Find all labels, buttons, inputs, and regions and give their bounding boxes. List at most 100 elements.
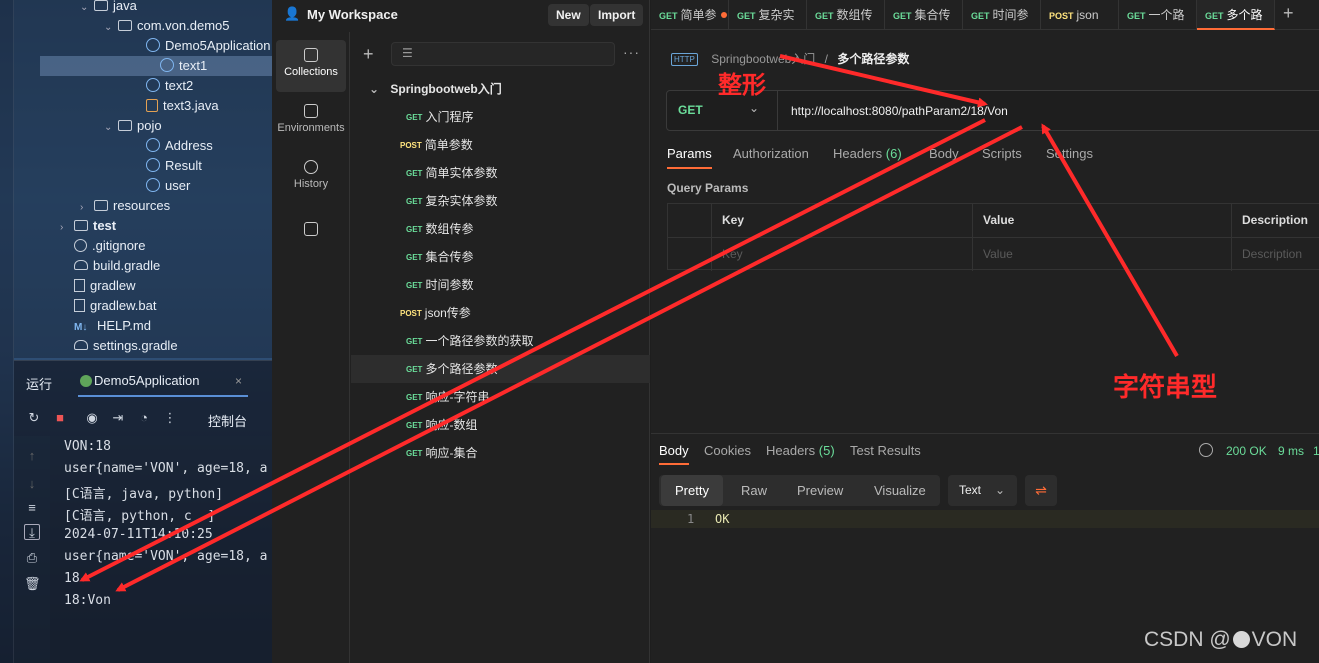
tree-item[interactable]: gradlew.bat [74, 296, 157, 316]
collection-item[interactable]: GET 数组传参 [351, 215, 650, 243]
collection-item[interactable]: GET 时间参数 [351, 271, 650, 299]
print-icon[interactable]: ⎙ [24, 550, 40, 566]
tree-item[interactable]: user [146, 176, 190, 196]
status-badge[interactable]: 200 OK [1226, 444, 1267, 458]
import-button[interactable]: Import [590, 4, 644, 26]
up-icon[interactable]: ↑ [24, 448, 40, 464]
rail-configure[interactable] [276, 216, 346, 246]
tab-scripts[interactable]: Scripts [982, 146, 1022, 161]
request-tab[interactable]: GET 多个路 [1197, 0, 1275, 30]
tree-item[interactable]: M↓ HELP.md [74, 316, 151, 336]
request-tab[interactable]: POST json [1041, 0, 1119, 30]
resp-tab-headers[interactable]: Headers (5) [766, 443, 835, 458]
globe-icon[interactable] [1199, 443, 1213, 457]
breadcrumb-current[interactable]: 多个路径参数 [837, 52, 909, 66]
tab-headers[interactable]: Headers (6) [833, 146, 902, 161]
soft-wrap-icon[interactable]: ≡ [24, 500, 40, 516]
new-tab-icon[interactable]: + [1283, 3, 1294, 24]
run-label[interactable]: 运行 [26, 374, 52, 393]
tree-item[interactable]: ⌄ pojo [104, 116, 162, 136]
collection-item[interactable]: GET 简单实体参数 [351, 159, 650, 187]
tree-item[interactable]: build.gradle [74, 256, 160, 276]
collection-item[interactable]: GET 集合传参 [351, 243, 650, 271]
tree-item[interactable]: Address [146, 136, 213, 156]
resp-tab-cookies[interactable]: Cookies [704, 443, 751, 458]
console-output[interactable]: VON:18 user{name='VON', age=18, a [C语言, ja… [50, 436, 272, 663]
tree-item[interactable]: text1 [40, 56, 272, 76]
chevron-icon[interactable]: ⌄ [80, 0, 90, 18]
tree-item[interactable]: text3.java [146, 96, 219, 116]
view-raw[interactable]: Raw [727, 475, 781, 506]
tab-body[interactable]: Body [929, 146, 959, 161]
value-input[interactable]: Value [973, 238, 1232, 271]
exit-icon[interactable]: ⇥ [110, 410, 126, 426]
resp-tab-tests[interactable]: Test Results [850, 443, 921, 458]
collection-item[interactable]: GET 响应-数组 [351, 411, 650, 439]
format-select[interactable]: Text ⌄ [948, 475, 1017, 506]
chevron-down-icon[interactable]: ⌄ [104, 118, 114, 138]
workspace-title[interactable]: My Workspace [307, 7, 398, 22]
collection-item[interactable]: GET 复杂实体参数 [351, 187, 650, 215]
chevron-down-icon[interactable]: ⌄ [104, 18, 114, 38]
down-icon[interactable]: ↓ [24, 476, 40, 492]
rail-collections[interactable]: Collections [276, 40, 346, 92]
collection-item[interactable]: POST 简单参数 [351, 131, 650, 159]
response-body-line[interactable]: 1 OK [651, 510, 1319, 528]
tree-item[interactable]: › resources [80, 196, 170, 216]
request-tab[interactable]: GET 数组传 [807, 0, 885, 30]
rail-environments[interactable]: Environments [276, 96, 346, 148]
request-tab[interactable]: GET 集合传 [885, 0, 963, 30]
response-size[interactable]: 1 [1313, 444, 1319, 458]
chevron-icon[interactable]: › [80, 198, 90, 218]
view-visualize[interactable]: Visualize [860, 475, 940, 506]
tree-item[interactable]: gradlew [74, 276, 136, 296]
collection-item[interactable]: POST json传参 [351, 299, 650, 327]
request-tab[interactable]: GET 时间参 [963, 0, 1041, 30]
tree-item[interactable]: settings.gradle [74, 336, 178, 356]
run-tab-demo5[interactable]: Demo5Application × [78, 367, 248, 397]
tree-item[interactable]: .gitignore [74, 236, 145, 256]
tree-item[interactable]: ⌄ com.von.demo5 [104, 16, 230, 36]
collection-item[interactable]: GET 响应-集合 [351, 439, 650, 467]
tab-authorization[interactable]: Authorization [733, 146, 809, 161]
more-icon[interactable]: ··· [623, 44, 640, 60]
tree-item[interactable]: ⌄ java [80, 0, 137, 16]
view-preview[interactable]: Preview [783, 475, 857, 506]
request-tab[interactable]: GET 简单参 [651, 0, 729, 30]
more-icon[interactable]: ⋮ [162, 410, 178, 426]
view-pretty[interactable]: Pretty [661, 475, 723, 506]
collection-item[interactable]: GET 一个路径参数的获取 [351, 327, 650, 355]
response-time[interactable]: 9 ms [1278, 444, 1304, 458]
collection-item[interactable]: GET 入门程序 [351, 103, 650, 131]
tab-settings[interactable]: Settings [1046, 146, 1093, 161]
rail-history[interactable]: History [276, 152, 346, 204]
collection-root[interactable]: ⌄ Springbootweb入门 [351, 75, 650, 103]
tree-item[interactable]: Demo5Application [146, 36, 271, 56]
request-tab[interactable]: GET 复杂实 [729, 0, 807, 30]
collection-item[interactable]: GET 响应-字符串 [351, 383, 650, 411]
filter-input[interactable]: ☰ [391, 42, 615, 66]
new-button[interactable]: New [548, 4, 589, 26]
resp-tab-body[interactable]: Body [659, 443, 689, 465]
collection-item[interactable]: GET 多个路径参数 [351, 355, 650, 383]
breadcrumb-parent[interactable]: Springbootweb入门 [711, 52, 815, 66]
request-tab[interactable]: GET 一个路 [1119, 0, 1197, 30]
key-input[interactable]: Key [712, 238, 973, 271]
qp-check[interactable] [668, 238, 712, 271]
wrap-lines-icon[interactable]: ⇌ [1025, 475, 1057, 506]
stop-icon[interactable]: ■ [52, 410, 68, 426]
description-input[interactable]: Description [1232, 238, 1319, 271]
chevron-icon[interactable]: › [60, 218, 70, 238]
rerun-icon[interactable]: ↻ [26, 410, 42, 426]
tree-item[interactable]: › test [60, 216, 116, 236]
tab-params[interactable]: Params [667, 146, 712, 169]
tree-item[interactable]: text2 [146, 76, 193, 96]
add-icon[interactable]: + [363, 44, 374, 65]
url-input[interactable]: http://localhost:8080/pathParam2/18/Von [791, 104, 1008, 118]
console-tab[interactable]: 控制台 [208, 411, 247, 430]
camera-icon[interactable]: ◉ [84, 410, 100, 426]
scroll-end-icon[interactable]: ⤓ [24, 524, 40, 540]
trash-icon[interactable]: 🗑 [24, 576, 41, 592]
tree-item[interactable]: Result [146, 156, 202, 176]
close-icon[interactable]: × [235, 367, 242, 395]
